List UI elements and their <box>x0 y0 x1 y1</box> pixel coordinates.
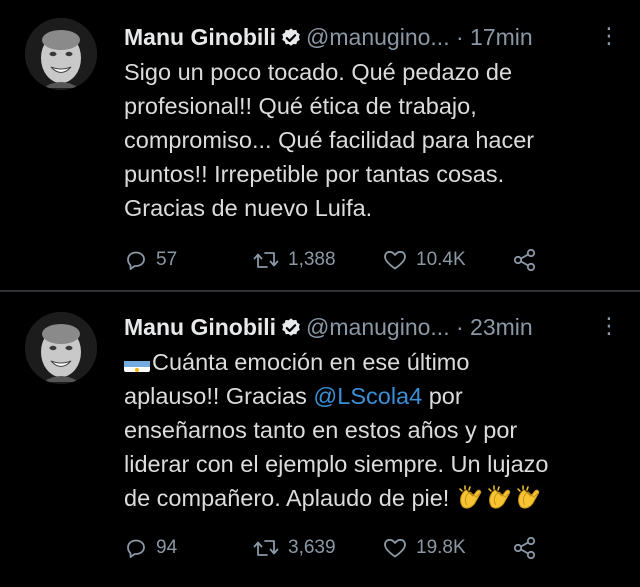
author-name[interactable]: Manu Ginobili <box>124 314 276 340</box>
like-count: 19.8K <box>416 537 466 558</box>
tweet-text-line: Sigo un poco tocado. Qué pedazo de <box>124 59 513 85</box>
tweet-actions: 94 3,639 19.8K <box>124 533 564 563</box>
retweet-count: 3,639 <box>288 537 336 558</box>
share-button[interactable] <box>512 533 538 563</box>
tweet-text-segment: por <box>422 383 463 409</box>
tweet-text-line: Cuánta emoción en ese último <box>124 345 610 379</box>
tweet-text: Sigo un poco tocado. Qué pedazo de profe… <box>124 55 610 225</box>
reply-count: 57 <box>156 249 178 270</box>
share-icon <box>513 248 536 272</box>
tweet-text-line: puntos!! Irrepetible por tantas cosas. <box>124 161 505 187</box>
reply-button[interactable]: 57 <box>124 245 177 275</box>
tweet-text-line: compromiso... Qué facilidad para hacer <box>124 127 535 153</box>
tweet-text-segment: Cuánta emoción en ese último <box>152 349 470 375</box>
tweet-actions: 57 1,388 10.4K <box>124 245 564 275</box>
tweet-timestamp[interactable]: · 23min <box>456 314 533 340</box>
like-count: 10.4K <box>416 249 466 270</box>
tweet-text-line: Gracias de nuevo Luifa. <box>124 195 373 221</box>
like-button[interactable]: 10.4K <box>382 245 466 275</box>
tweet-text-line: aplauso!! Gracias @LScola4 por <box>124 379 610 413</box>
retweet-count: 1,388 <box>288 249 336 270</box>
reply-button[interactable]: 94 <box>124 533 177 563</box>
verified-badge-icon <box>280 316 302 346</box>
argentina-flag-emoji <box>124 354 150 372</box>
clapping-hands-emoji <box>486 485 514 511</box>
tweet-text: Cuánta emoción en ese último aplauso!! G… <box>124 345 610 515</box>
author-handle[interactable]: @manugino... <box>306 24 450 50</box>
author-name[interactable]: Manu Ginobili <box>124 24 276 50</box>
tweet-header: Manu Ginobili @manugino... · 23min ⋮ <box>124 312 620 342</box>
avatar[interactable] <box>25 312 97 384</box>
more-vertical-icon[interactable]: ⋮ <box>598 312 620 342</box>
like-button[interactable]: 19.8K <box>382 533 466 563</box>
retweet-icon <box>253 252 279 268</box>
more-vertical-icon[interactable]: ⋮ <box>598 22 620 52</box>
tweet-text-line: de compañero. Aplaudo de pie! <box>124 481 610 515</box>
share-icon <box>513 536 536 560</box>
tweet[interactable]: Manu Ginobili @manugino... · 23min ⋮ Cuán… <box>0 292 640 587</box>
tweet[interactable]: Manu Ginobili @manugino... · 17min ⋮ Sigo… <box>0 0 640 291</box>
retweet-button[interactable]: 1,388 <box>252 245 336 275</box>
heart-icon <box>384 538 406 558</box>
reply-icon <box>127 251 145 270</box>
avatar-photo <box>25 312 97 384</box>
tweet-text-segment: aplauso!! Gracias <box>124 383 314 409</box>
author-handle[interactable]: @manugino... <box>306 314 450 340</box>
mention-link[interactable]: @LScola4 <box>313 383 422 409</box>
avatar-photo <box>25 18 97 90</box>
retweet-button[interactable]: 3,639 <box>252 533 336 563</box>
clapping-hands-emoji <box>457 485 485 511</box>
avatar[interactable] <box>25 18 97 90</box>
reply-count: 94 <box>156 537 178 558</box>
tweet-timestamp[interactable]: · 17min <box>456 24 533 50</box>
verified-badge-icon <box>280 26 302 56</box>
heart-icon <box>384 250 406 270</box>
tweet-header: Manu Ginobili @manugino... · 17min ⋮ <box>124 22 620 52</box>
tweet-text-segment: de compañero. Aplaudo de pie! <box>124 485 450 511</box>
clapping-hands-emoji <box>515 485 543 511</box>
reply-icon <box>127 539 145 558</box>
retweet-icon <box>253 540 279 556</box>
tweet-text-line: enseñarnos tanto en estos años y por <box>124 417 518 443</box>
tweet-text-line: profesional!! Qué ética de trabajo, <box>124 93 477 119</box>
tweet-text-line: liderar con el ejemplo siempre. Un lujaz… <box>124 451 549 477</box>
share-button[interactable] <box>512 245 538 275</box>
